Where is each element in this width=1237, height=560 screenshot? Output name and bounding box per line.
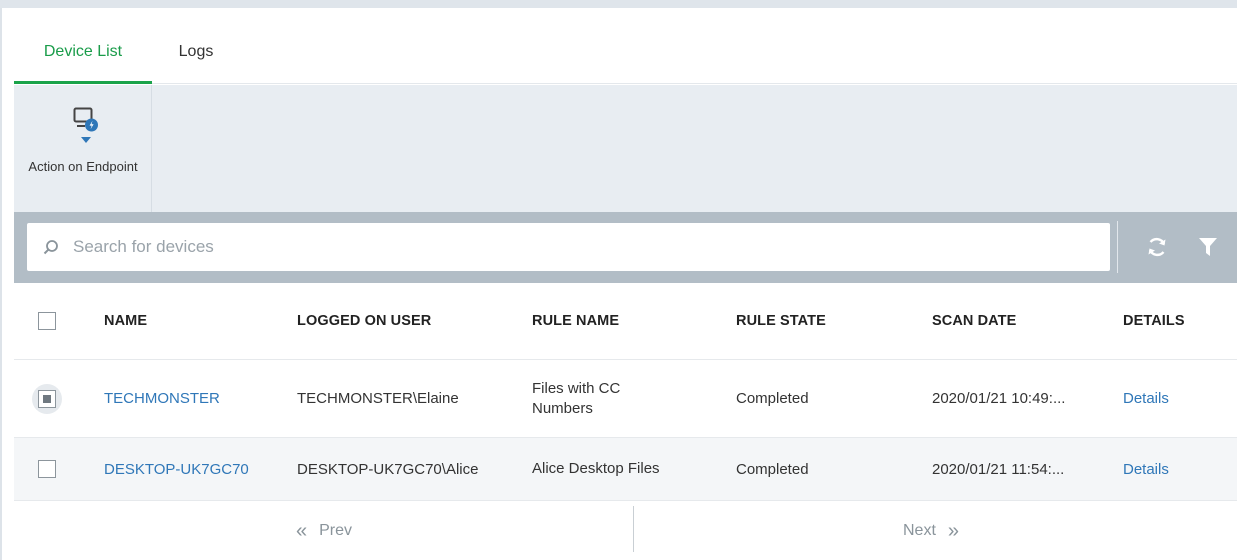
row-checkbox[interactable] xyxy=(38,460,56,478)
pager-divider xyxy=(633,506,634,552)
device-name-link[interactable]: TECHMONSTER xyxy=(104,360,284,437)
search-icon xyxy=(43,240,58,255)
rule-name: Files with CC Numbers xyxy=(532,360,712,437)
tab-device-list[interactable]: Device List xyxy=(14,8,152,84)
rule-state: Completed xyxy=(736,390,809,407)
tab-logs[interactable]: Logs xyxy=(166,8,226,84)
monitor-gear-icon xyxy=(73,107,98,132)
device-list-panel: Device List Logs Action on Endpoint Sear… xyxy=(0,8,1237,560)
search-bar xyxy=(14,212,1237,283)
prev-page-button[interactable]: « Prev xyxy=(284,516,352,546)
checkbox-focus-ring xyxy=(32,383,62,414)
logged-on-user: DESKTOP-UK7GC70\Alice xyxy=(297,460,479,478)
rule-state: Completed xyxy=(736,460,809,478)
column-header-scan-date[interactable]: SCAN DATE xyxy=(932,283,1112,359)
column-header-logged-on-user[interactable]: LOGGED ON USER xyxy=(297,283,517,359)
action-on-endpoint-button[interactable]: Action on Endpoint xyxy=(14,85,152,212)
filter-icon[interactable] xyxy=(1198,237,1218,257)
table-row[interactable]: TECHMONSTER TECHMONSTER\Elaine Files wit… xyxy=(14,360,1237,438)
next-label: Next xyxy=(903,522,936,539)
double-chevron-left-icon: « xyxy=(296,520,308,542)
double-chevron-right-icon: » xyxy=(947,520,960,542)
chevron-down-icon xyxy=(81,137,91,143)
logged-on-user: TECHMONSTER\Elaine xyxy=(297,390,459,407)
select-all-checkbox[interactable] xyxy=(38,312,56,330)
table-header-row: NAME LOGGED ON USER RULE NAME RULE STATE… xyxy=(14,283,1237,360)
rule-name-text: Files with CC Numbers xyxy=(532,379,621,417)
column-header-rule-state[interactable]: RULE STATE xyxy=(736,283,896,359)
prev-label: Prev xyxy=(319,522,353,539)
details-link[interactable]: Details xyxy=(1123,360,1213,437)
device-name-link[interactable]: DESKTOP-UK7GC70 xyxy=(104,438,284,500)
search-box[interactable] xyxy=(27,223,1110,271)
row-select-cell xyxy=(32,360,62,437)
pagination: « Prev Next » xyxy=(14,502,1237,560)
row-select-cell xyxy=(38,438,62,500)
action-on-endpoint-label: Action on Endpoint xyxy=(28,159,138,174)
next-page-button[interactable]: Next » xyxy=(903,516,971,546)
row-checkbox[interactable] xyxy=(38,389,56,408)
select-all-cell xyxy=(38,283,62,359)
tab-bar: Device List Logs xyxy=(14,8,1237,84)
details-link[interactable]: Details xyxy=(1123,438,1213,500)
column-header-details: DETAILS xyxy=(1123,313,1185,329)
scan-date: 2020/01/21 10:49:... xyxy=(932,390,1066,407)
scan-date: 2020/01/21 11:54:... xyxy=(932,460,1065,478)
refresh-icon[interactable] xyxy=(1146,236,1168,258)
table-row[interactable]: DESKTOP-UK7GC70 DESKTOP-UK7GC70\Alice Al… xyxy=(14,438,1237,501)
toolbar-divider xyxy=(1117,221,1118,273)
rule-name: Alice Desktop Files xyxy=(532,460,660,477)
column-header-rule-name[interactable]: RULE NAME xyxy=(532,283,712,359)
column-header-name[interactable]: NAME xyxy=(104,283,284,359)
search-input[interactable] xyxy=(73,223,1093,271)
toolbar: Action on Endpoint xyxy=(14,85,1237,212)
